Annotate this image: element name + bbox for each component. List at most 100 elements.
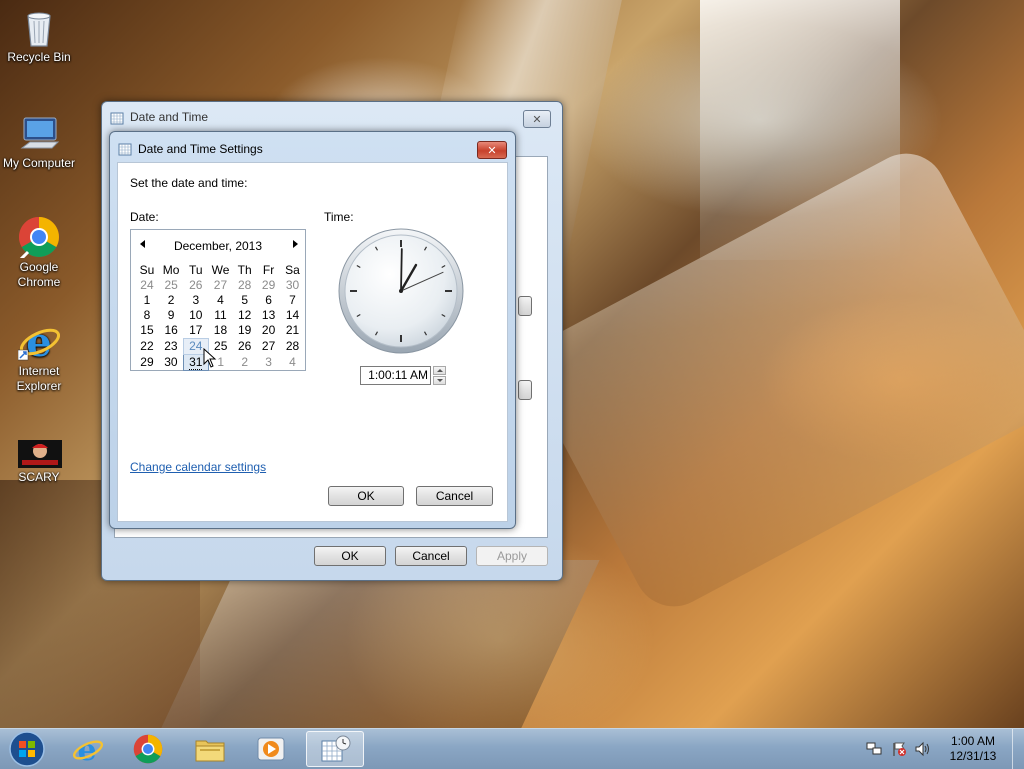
taskbar-clock-date: 12/31/13: [949, 749, 997, 763]
date-label: Date:: [130, 210, 159, 224]
calendar-day[interactable]: 28: [281, 339, 305, 355]
calendar-day[interactable]: 30: [281, 278, 305, 293]
calendar-day[interactable]: 12: [233, 308, 257, 323]
time-input[interactable]: 1:00:11 AM: [360, 366, 431, 385]
weekday-label: Tu: [189, 263, 203, 277]
calendar-day[interactable]: 3: [183, 293, 208, 308]
desktop-icon-google-chrome[interactable]: Google Chrome: [0, 216, 78, 290]
weekday-label: Fr: [262, 263, 275, 277]
taskbar-internet-explorer[interactable]: e: [60, 731, 114, 767]
calendar-day[interactable]: 5: [233, 293, 257, 308]
time-label: Time:: [324, 210, 354, 224]
calendar-day[interactable]: 17: [183, 323, 208, 339]
taskbar-chrome[interactable]: [121, 731, 175, 767]
outer-cancel-button[interactable]: Cancel: [395, 546, 467, 566]
weekday-label: Su: [139, 263, 155, 277]
svg-text:e: e: [26, 320, 51, 362]
calendar-day[interactable]: 22: [135, 339, 159, 355]
time-spin-down-button[interactable]: [433, 376, 446, 385]
calendar-day[interactable]: 29: [135, 355, 159, 371]
analog-clock: [338, 228, 464, 354]
calendar-week-row: 29 30 31 1 2 3 4: [135, 354, 305, 371]
svg-text:e: e: [77, 733, 96, 765]
calendar-day[interactable]: 26: [183, 278, 208, 293]
calendar-week-row: 24 25 26 27 28 29 30: [135, 278, 305, 293]
calendar-day[interactable]: 30: [159, 355, 183, 371]
date-time-title-icon: [110, 112, 124, 125]
selected-day-label: 31: [189, 355, 203, 370]
window-title: Date and Time: [130, 110, 209, 124]
calendar-day[interactable]: 23: [159, 339, 183, 355]
dialog-title: Date and Time Settings: [138, 142, 263, 156]
taskbar-date-time-active[interactable]: [306, 731, 364, 767]
start-orb-icon: [9, 731, 45, 767]
action-center-flag-icon[interactable]: [891, 741, 907, 757]
dialog-cancel-button[interactable]: Cancel: [416, 486, 493, 506]
change-calendar-settings-link[interactable]: Change calendar settings: [130, 460, 266, 474]
time-spin-up-button[interactable]: [433, 366, 446, 375]
outer-close-button[interactable]: ✕: [523, 110, 551, 128]
desktop-icon-my-computer[interactable]: My Computer: [0, 112, 78, 171]
calendar-day[interactable]: 28: [233, 278, 257, 293]
calendar-day[interactable]: 2: [159, 293, 183, 308]
calendar-day[interactable]: 25: [159, 278, 183, 293]
calendar-day[interactable]: 29: [257, 278, 281, 293]
calendar-day[interactable]: 18: [208, 323, 232, 339]
internet-explorer-icon: e: [72, 733, 103, 765]
start-button[interactable]: [2, 731, 52, 767]
calendar-day[interactable]: 26: [233, 339, 257, 355]
calendar-day[interactable]: 16: [159, 323, 183, 339]
chrome-icon: [133, 734, 163, 764]
calendar-day[interactable]: 3: [257, 355, 281, 371]
volume-icon[interactable]: [914, 741, 932, 757]
taskbar-media-player[interactable]: [244, 731, 298, 767]
calendar-day[interactable]: 9: [159, 308, 183, 323]
outer-window-combo-b: [518, 380, 532, 400]
calendar-day[interactable]: 6: [257, 293, 281, 308]
outer-ok-button[interactable]: OK: [314, 546, 386, 566]
calendar-day[interactable]: 27: [257, 339, 281, 355]
dialog-ok-button[interactable]: OK: [328, 486, 404, 506]
desktop-icon-label: SCARY: [18, 470, 60, 484]
calendar-day[interactable]: 10: [183, 308, 208, 323]
calendar-day[interactable]: 15: [135, 323, 159, 339]
taskbar-clock[interactable]: 1:00 AM 12/31/13: [940, 734, 1006, 764]
network-icon[interactable]: [866, 741, 882, 757]
desktop-icon-label: Recycle Bin: [7, 50, 71, 64]
chrome-icon: [18, 216, 60, 262]
mouse-cursor-icon: [203, 348, 217, 368]
desktop-icon-scary[interactable]: SCARY: [0, 440, 78, 485]
calendar-day[interactable]: 21: [281, 323, 305, 339]
calendar-day[interactable]: 4: [281, 355, 305, 371]
weekday-label: Th: [237, 263, 252, 277]
calendar-day[interactable]: 13: [257, 308, 281, 323]
show-desktop-button[interactable]: [1012, 729, 1024, 769]
calendar-day[interactable]: 14: [281, 308, 305, 323]
desktop-icon-internet-explorer[interactable]: e Internet Explorer: [0, 319, 78, 394]
weekday-label: Mo: [162, 263, 180, 277]
calendar-day[interactable]: 1: [135, 293, 159, 308]
calendar-day[interactable]: 8: [135, 308, 159, 323]
calendar-day[interactable]: 19: [233, 323, 257, 339]
calendar-day[interactable]: 20: [257, 323, 281, 339]
desktop-icon-recycle-bin[interactable]: Recycle Bin: [0, 6, 78, 65]
calendar-day[interactable]: 11: [208, 308, 232, 323]
weekday-header-row: Su Mo Tu We Th Fr Sa: [135, 263, 305, 278]
file-explorer-icon: [195, 740, 225, 762]
clock-minute-hand: [400, 248, 403, 292]
desktop-icon-label: Google Chrome: [17, 260, 61, 289]
spin-up-arrow-icon: [436, 369, 443, 372]
calendar-day[interactable]: 27: [208, 278, 232, 293]
calendar-grid: Su Mo Tu We Th Fr Sa 24 25 26 27 28 29 3…: [135, 263, 305, 371]
calendar-day[interactable]: 24: [135, 278, 159, 293]
weekday-label: We: [211, 263, 230, 277]
calendar-day[interactable]: 7: [281, 293, 305, 308]
calendar-month-year[interactable]: December, 2013: [131, 239, 305, 253]
next-month-arrow-icon[interactable]: [293, 240, 298, 248]
calendar-day[interactable]: 2: [233, 355, 257, 371]
taskbar-file-explorer[interactable]: [183, 731, 237, 767]
wallpaper-facet: [700, 0, 900, 260]
calendar-week-row: 1 2 3 4 5 6 7: [135, 293, 305, 308]
calendar-day[interactable]: 4: [208, 293, 232, 308]
dialog-close-button[interactable]: ✕: [477, 141, 507, 159]
